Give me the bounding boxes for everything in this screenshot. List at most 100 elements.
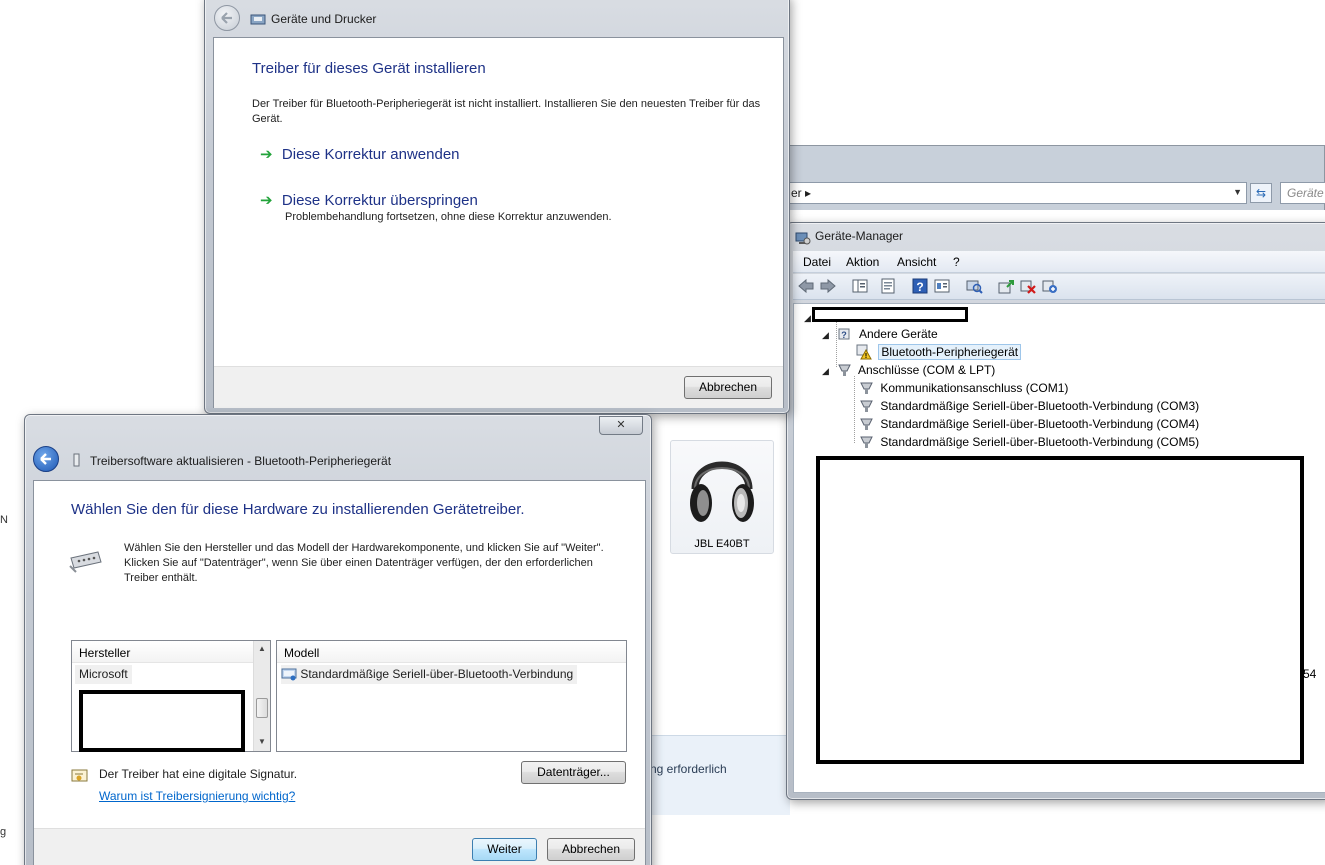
- model-item[interactable]: Standardmäßige Seriell-über-Bluetooth-Ve…: [281, 665, 578, 684]
- view-tree-icon[interactable]: [851, 277, 869, 295]
- headphones-icon: [690, 461, 754, 522]
- toolbar: ?: [793, 274, 1325, 300]
- serial-port-icon: [69, 551, 102, 573]
- tree-label: Standardmäßige Seriell-über-Bluetooth-Ve…: [880, 399, 1200, 413]
- status-text: ng erforderlich: [650, 762, 727, 776]
- unknown-device-icon: ?: [838, 328, 850, 340]
- tree-line: [836, 322, 837, 367]
- driver-update-instruction: Wählen Sie den Hersteller und das Modell…: [124, 542, 604, 584]
- status-strip: ng erforderlich: [650, 735, 790, 815]
- close-button[interactable]: ✕: [599, 416, 643, 435]
- tree-expander[interactable]: ◢: [822, 330, 829, 340]
- help-icon[interactable]: ?: [911, 277, 929, 295]
- uninstall-icon[interactable]: [1019, 277, 1037, 295]
- port-icon: [860, 382, 873, 394]
- troubleshooter-footer: Abbrechen: [214, 366, 783, 408]
- driver-update-footer: Weiter Abbrechen: [34, 828, 645, 865]
- update-driver-icon[interactable]: [997, 277, 1015, 295]
- scroll-up-arrow-icon[interactable]: ▲: [258, 644, 266, 653]
- properties-icon[interactable]: [879, 277, 897, 295]
- tree-line: [854, 376, 855, 443]
- manufacturer-item[interactable]: Microsoft: [75, 665, 132, 684]
- back-button[interactable]: [33, 446, 59, 472]
- model-header-label: Modell: [284, 646, 320, 660]
- manufacturer-scrollbar[interactable]: ▲ ▼: [253, 641, 270, 751]
- edge-number: 54: [1303, 667, 1317, 681]
- scroll-down-arrow-icon[interactable]: ▼: [258, 737, 266, 746]
- model-list[interactable]: Modell Standardmäßige Seriell-über-Bluet…: [276, 640, 627, 752]
- tree-item-other-devices[interactable]: ◢ ? Andere Geräte: [822, 325, 938, 343]
- explorer-address-bar[interactable]: er ▸ ▼: [789, 182, 1247, 204]
- view-details-icon[interactable]: [933, 277, 951, 295]
- scan-hardware-icon[interactable]: [965, 277, 983, 295]
- option-skip-label: Diese Korrektur überspringen: [281, 192, 478, 209]
- driver-update-title: Treibersoftware aktualisieren - Bluetoot…: [90, 454, 392, 468]
- tree-expander[interactable]: ◢: [822, 366, 829, 376]
- explorer-search-input[interactable]: Geräte: [1280, 182, 1325, 204]
- next-button[interactable]: Weiter: [472, 838, 537, 861]
- menu-bar: Datei Aktion Ansicht ?: [793, 251, 1325, 273]
- device-label: JBL E40BT: [694, 538, 750, 550]
- devices-printers-title: Geräte und Drucker: [271, 12, 377, 26]
- option-apply-fix[interactable]: ➔ Diese Korrektur anwenden: [260, 145, 460, 163]
- redacted-computer-name: [812, 307, 968, 322]
- cancel-button[interactable]: Abbrechen: [547, 838, 635, 861]
- certified-driver-icon: [281, 668, 297, 681]
- port-icon: [860, 418, 873, 430]
- back-arrow-icon[interactable]: [797, 277, 815, 295]
- menu-aktion[interactable]: Aktion: [846, 255, 879, 269]
- desktop-edge-text-g: g: [0, 826, 7, 838]
- driver-update-app-icon: [73, 453, 80, 467]
- certificate-icon: [71, 769, 88, 782]
- tree-item-com5[interactable]: Standardmäßige Seriell-über-Bluetooth-Ve…: [860, 433, 1199, 451]
- model-header[interactable]: Modell: [277, 641, 626, 663]
- port-icon: [860, 436, 873, 448]
- desktop-edge-text-n: N: [0, 514, 8, 526]
- back-button[interactable]: [214, 5, 240, 31]
- option-apply-label: Diese Korrektur anwenden: [281, 146, 460, 163]
- scroll-thumb[interactable]: [256, 698, 268, 718]
- troubleshooter-heading: Treiber für dieses Gerät installieren: [252, 60, 486, 77]
- refresh-icon[interactable]: ⇆: [1250, 183, 1272, 203]
- manufacturer-header[interactable]: Hersteller: [72, 641, 253, 663]
- tree-label: Kommunikationsanschluss (COM1): [880, 381, 1069, 395]
- tree-label: Anschlüsse (COM & LPT): [857, 363, 996, 377]
- port-icon: [860, 400, 873, 412]
- forward-arrow-icon[interactable]: [819, 277, 837, 295]
- menu-ansicht[interactable]: Ansicht: [897, 255, 936, 269]
- green-arrow-icon: ➔: [260, 146, 273, 163]
- driver-update-body: Wählen Sie den für diese Hardware zu ins…: [33, 480, 646, 865]
- svg-text:?: ?: [842, 330, 848, 340]
- tree-item-ports[interactable]: ◢ Anschlüsse (COM & LPT): [822, 361, 995, 379]
- model-item-label: Standardmäßige Seriell-über-Bluetooth-Ve…: [300, 667, 574, 681]
- chevron-down-icon[interactable]: ▼: [1233, 187, 1242, 197]
- port-icon: [838, 364, 852, 376]
- svg-text:?: ?: [916, 280, 923, 294]
- option-skip-fix[interactable]: ➔ Diese Korrektur überspringen Problembe…: [260, 191, 612, 223]
- tree-item-com1[interactable]: Kommunikationsanschluss (COM1): [860, 379, 1068, 397]
- troubleshooter-description: Der Treiber für Bluetooth-Peripheriegerä…: [252, 98, 761, 125]
- tree-item-com4[interactable]: Standardmäßige Seriell-über-Bluetooth-Ve…: [860, 415, 1199, 433]
- warning-device-icon: [856, 344, 872, 360]
- signature-info-link[interactable]: Warum ist Treibersignierung wichtig?: [99, 789, 295, 803]
- tree-item-com3[interactable]: Standardmäßige Seriell-über-Bluetooth-Ve…: [860, 397, 1199, 415]
- devices-printers-window: Geräte und Drucker Treiber für dieses Ge…: [204, 0, 790, 414]
- device-tile-jbl[interactable]: JBL E40BT: [670, 440, 774, 554]
- device-manager-title: Geräte-Manager: [815, 229, 904, 243]
- back-arrow-icon: [40, 453, 51, 465]
- redacted-tree-area: [816, 456, 1304, 764]
- device-manager-app-icon: [795, 232, 811, 245]
- explorer-breadcrumb: er ▸: [791, 186, 812, 200]
- driver-update-window: ✕ Treibersoftware aktualisieren - Blueto…: [24, 414, 652, 865]
- menu-help[interactable]: ?: [953, 255, 960, 269]
- driver-update-heading: Wählen Sie den für diese Hardware zu ins…: [71, 501, 525, 518]
- tree-item-bt-peripheral[interactable]: Bluetooth-Peripheriegerät: [856, 343, 1022, 361]
- menu-datei[interactable]: Datei: [803, 255, 831, 269]
- tree-label: Andere Geräte: [858, 327, 938, 341]
- troubleshooter-body: Treiber für dieses Gerät installieren De…: [213, 37, 784, 408]
- option-skip-sublabel: Problembehandlung fortsetzen, ohne diese…: [285, 211, 612, 223]
- tree-label-selected: Bluetooth-Peripheriegerät: [878, 344, 1022, 360]
- disable-device-icon[interactable]: [1041, 277, 1059, 295]
- have-disk-button[interactable]: Datenträger...: [521, 761, 626, 784]
- cancel-button[interactable]: Abbrechen: [684, 376, 772, 399]
